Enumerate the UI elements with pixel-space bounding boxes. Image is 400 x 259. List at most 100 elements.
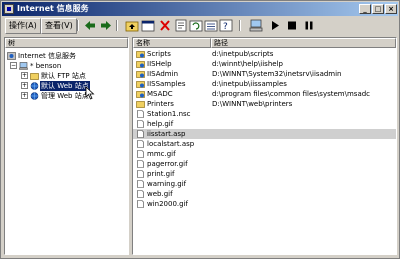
mouse-cursor-icon: [85, 86, 95, 100]
list-item[interactable]: Station1.nsc: [133, 109, 396, 119]
list-item-name: IISSamples: [147, 80, 186, 88]
list-item-name: MSADC: [147, 90, 173, 98]
list-item-name: web.gif: [147, 190, 173, 198]
computer-icon[interactable]: [249, 19, 263, 32]
app-icon[interactable]: [4, 4, 14, 14]
column-header-path[interactable]: 路径: [211, 38, 396, 48]
folder-icon: [136, 101, 145, 108]
virtual-directory-icon: [136, 81, 145, 88]
list-item[interactable]: Scripts d:\inetpub\scripts: [133, 49, 396, 59]
refresh-icon[interactable]: [189, 19, 203, 32]
file-icon: [137, 150, 144, 158]
virtual-directory-icon: [136, 91, 145, 98]
column-header-name[interactable]: 名称: [133, 38, 211, 48]
virtual-directory-icon: [136, 71, 145, 78]
list-item-name: help.gif: [147, 120, 174, 128]
file-icon: [137, 200, 144, 208]
expand-toggle[interactable]: +: [21, 72, 28, 79]
list-item-path: d:\winnt\help\iishelp: [212, 60, 283, 68]
list-item[interactable]: print.gif: [133, 169, 396, 179]
file-icon: [137, 180, 144, 188]
list-item[interactable]: localstart.asp: [133, 139, 396, 149]
list-item-name: localstart.asp: [147, 140, 195, 148]
file-icon: [137, 130, 144, 138]
server-icon: [19, 62, 28, 70]
list-item-name: IISAdmin: [147, 70, 179, 78]
list-item-path: D:\WINNT\web\printers: [212, 100, 293, 108]
collapse-toggle[interactable]: −: [10, 62, 17, 69]
tree-ftp-site-label: 默认 FTP 站点: [41, 72, 86, 80]
tree-admin-web-site-label: 管理 Web 站点: [41, 92, 89, 100]
file-icon: [137, 160, 144, 168]
back-arrow-icon[interactable]: [83, 19, 97, 32]
menu-view[interactable]: 查看(V): [41, 18, 77, 34]
list-item[interactable]: IISAdmin D:\WINNT\System32\inetsrv\iisadm…: [133, 69, 396, 79]
list-item[interactable]: warning.gif: [133, 179, 396, 189]
list-item-name: mmc.gif: [147, 150, 176, 158]
file-icon: [137, 110, 144, 118]
virtual-directory-icon: [136, 51, 145, 58]
expand-toggle[interactable]: +: [21, 82, 28, 89]
list-item[interactable]: MSADC d:\program files\common files\syste…: [133, 89, 396, 99]
list-item[interactable]: iisstart.asp: [133, 129, 396, 139]
stop-icon[interactable]: [285, 19, 299, 32]
properties-sheet-icon[interactable]: [174, 19, 188, 32]
virtual-directory-icon: [136, 61, 145, 68]
tree-pane[interactable]: 树 Internet 信息服务 − * benson + 默认 FTP 站点 +…: [4, 37, 129, 255]
list-item[interactable]: win2000.gif: [133, 199, 396, 209]
iis-root-icon: [7, 52, 16, 60]
title-bar[interactable]: Internet 信息服务 _ □ ×: [2, 2, 398, 16]
list-item-name: Scripts: [147, 50, 171, 58]
up-folder-icon[interactable]: [125, 19, 139, 32]
minimize-button[interactable]: _: [359, 4, 371, 14]
file-icon: [137, 190, 144, 198]
tree-header: 树: [5, 38, 128, 48]
list-item-path: D:\WINNT\System32\inetsrv\iisadmin: [212, 70, 342, 78]
tree-server-label: * benson: [30, 62, 62, 70]
toolbar-separator: [116, 20, 118, 31]
list-item[interactable]: web.gif: [133, 189, 396, 199]
list-item-name: warning.gif: [147, 180, 187, 188]
forward-arrow-icon[interactable]: [99, 19, 113, 32]
list-item-name: Station1.nsc: [147, 110, 191, 118]
list-item-path: d:\program files\common files\system\msa…: [212, 90, 371, 98]
list-item[interactable]: IISHelp d:\winnt\help\iishelp: [133, 59, 396, 69]
list-item[interactable]: mmc.gif: [133, 149, 396, 159]
properties-icon[interactable]: [141, 19, 155, 32]
list-item[interactable]: pagerror.gif: [133, 159, 396, 169]
export-list-icon[interactable]: [204, 19, 218, 32]
menu-toolbar: 操作(A) 查看(V) ?: [3, 18, 397, 34]
delete-icon[interactable]: [158, 19, 172, 32]
iis-window: Internet 信息服务 _ □ × 操作(A) 查看(V) ? 树 Inte…: [0, 0, 400, 259]
web-site-icon: [30, 82, 39, 90]
ftp-site-icon: [30, 73, 39, 80]
list-item-name: IISHelp: [147, 60, 172, 68]
tree-default-web-site-label: 默认 Web 站点: [40, 81, 90, 91]
list-item-path: d:\inetpub\scripts: [212, 50, 274, 58]
toolbar-separator: [239, 20, 241, 31]
window-title: Internet 信息服务: [17, 4, 89, 13]
file-icon: [137, 120, 144, 128]
list-item-name: iisstart.asp: [147, 130, 186, 138]
file-icon: [137, 170, 144, 178]
play-icon[interactable]: [268, 19, 282, 32]
close-button[interactable]: ×: [385, 4, 397, 14]
content-list-pane[interactable]: 名称 路径 Scripts d:\inetpub\scripts IISHelp d:…: [132, 37, 397, 255]
list-item-name: win2000.gif: [147, 200, 188, 208]
list-item-path: d:\inetpub\iissamples: [212, 80, 287, 88]
tree-root-label: Internet 信息服务: [18, 52, 77, 60]
svg-text:?: ?: [223, 22, 228, 32]
list-item[interactable]: Printers D:\WINNT\web\printers: [133, 99, 396, 109]
pause-icon[interactable]: [302, 19, 316, 32]
expand-toggle[interactable]: +: [21, 92, 28, 99]
maximize-button[interactable]: □: [372, 4, 384, 14]
toolbar-separator: [77, 20, 79, 31]
web-site-icon: [30, 92, 39, 100]
list-item[interactable]: help.gif: [133, 119, 396, 129]
list-item-name: pagerror.gif: [147, 160, 188, 168]
list-item-name: Printers: [147, 100, 174, 108]
list-item[interactable]: IISSamples d:\inetpub\iissamples: [133, 79, 396, 89]
menu-action[interactable]: 操作(A): [5, 18, 41, 34]
list-item-name: print.gif: [147, 170, 175, 178]
help-icon[interactable]: ?: [219, 19, 233, 32]
